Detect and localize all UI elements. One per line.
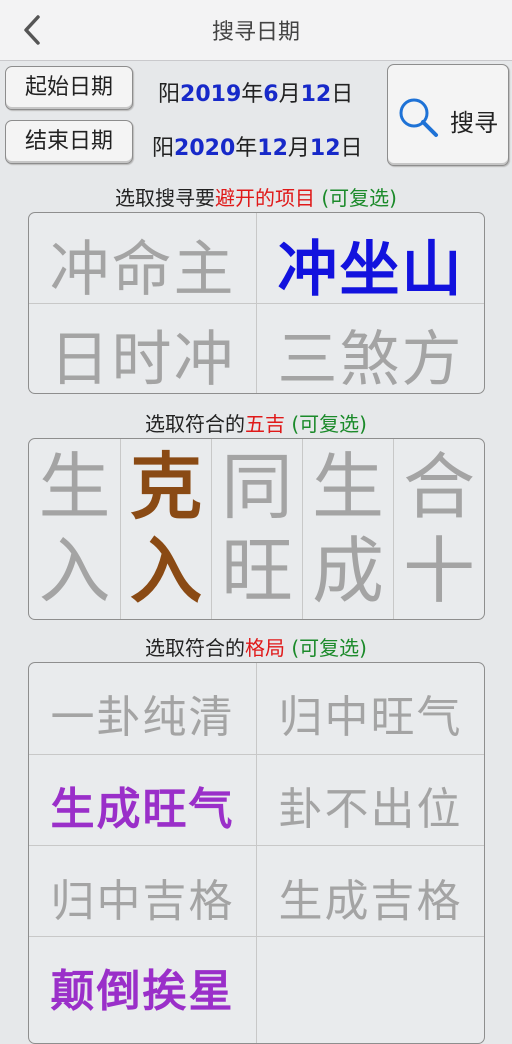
unit-month: 月 bbox=[278, 82, 301, 107]
start-date-button[interactable]: 起始日期 bbox=[5, 66, 133, 110]
end-year: 2020 bbox=[174, 136, 236, 161]
geju-item-diandao-aixing[interactable]: 颠倒挨星 bbox=[29, 955, 256, 1019]
wuji-item-sheng-ru[interactable]: 生入 bbox=[29, 445, 120, 613]
caption-option: (可复选) bbox=[285, 412, 367, 436]
unit-year: 年 bbox=[241, 82, 264, 107]
geju-panel: 一卦纯清 归中旺气 生成旺气 卦不出位 归中吉格 生成吉格 颠倒挨星 bbox=[28, 662, 485, 1044]
avoid-item-chong-zuoshan[interactable]: 冲坐山 bbox=[257, 221, 484, 308]
wuji-char: 入 bbox=[38, 529, 111, 613]
caption-option: (可复选) bbox=[285, 636, 367, 660]
nav-bar: 搜寻日期 bbox=[0, 0, 512, 61]
geju-caption: 选取符合的格局 (可复选) bbox=[0, 632, 512, 661]
caption-text: 选取搜寻要 bbox=[115, 186, 216, 210]
caption-text: 选取符合的 bbox=[145, 412, 246, 436]
geju-item-shengcheng-wangqi[interactable]: 生成旺气 bbox=[29, 773, 256, 837]
unit-day: 日 bbox=[340, 136, 363, 161]
avoid-caption: 选取搜寻要避开的项目 (可复选) bbox=[0, 182, 512, 211]
wuji-panel: 生入 克入 同旺 生成 合十 bbox=[28, 438, 485, 620]
wuji-char: 十 bbox=[402, 529, 475, 613]
start-year: 2019 bbox=[180, 82, 242, 107]
geju-item-guizhong-jige[interactable]: 归中吉格 bbox=[29, 865, 256, 929]
start-date-value: 阳2019年6月12日 bbox=[158, 76, 353, 108]
wuji-char: 生 bbox=[311, 445, 384, 529]
wuji-item-ke-ru[interactable]: 克入 bbox=[121, 445, 211, 613]
caption-highlight: 避开的项目 bbox=[215, 186, 316, 210]
search-icon bbox=[399, 98, 438, 137]
wuji-char: 入 bbox=[129, 529, 202, 613]
wuji-char: 成 bbox=[311, 529, 384, 613]
search-button[interactable]: 搜寻 bbox=[387, 64, 509, 166]
calendar-prefix: 阳 bbox=[158, 82, 181, 107]
geju-item-gua-buchuwei[interactable]: 卦不出位 bbox=[257, 773, 484, 837]
geju-item-guizhong-wangqi[interactable]: 归中旺气 bbox=[257, 681, 484, 745]
avoid-item-sansha-fang[interactable]: 三煞方 bbox=[257, 311, 484, 393]
end-date-value: 阳2020年12月12日 bbox=[152, 130, 363, 162]
end-date-button[interactable]: 结束日期 bbox=[5, 120, 133, 164]
caption-highlight: 五吉 bbox=[245, 412, 286, 436]
wuji-item-tong-wang[interactable]: 同旺 bbox=[212, 445, 302, 613]
wuji-char: 克 bbox=[129, 445, 202, 529]
wuji-item-sheng-cheng[interactable]: 生成 bbox=[303, 445, 393, 613]
end-day: 12 bbox=[309, 136, 341, 161]
wuji-char: 旺 bbox=[220, 529, 293, 613]
caption-text: 选取符合的 bbox=[145, 636, 246, 660]
geju-item-yigua-chunqing[interactable]: 一卦纯清 bbox=[29, 681, 256, 745]
unit-year: 年 bbox=[235, 136, 258, 161]
avoid-item-chong-mingzhu[interactable]: 冲命主 bbox=[29, 221, 256, 308]
start-month: 6 bbox=[263, 82, 279, 107]
page-title: 搜寻日期 bbox=[211, 20, 300, 45]
unit-day: 日 bbox=[331, 82, 354, 107]
unit-month: 月 bbox=[287, 136, 310, 161]
start-day: 12 bbox=[300, 82, 332, 107]
caption-option: (可复选) bbox=[315, 186, 397, 210]
geju-item-shengcheng-jige[interactable]: 生成吉格 bbox=[257, 865, 484, 929]
avoid-panel: 冲命主 冲坐山 日时冲 三煞方 bbox=[28, 212, 485, 394]
wuji-char: 合 bbox=[402, 445, 475, 529]
wuji-caption: 选取符合的五吉 (可复选) bbox=[0, 408, 512, 437]
wuji-char: 生 bbox=[38, 445, 111, 529]
search-label: 搜寻 bbox=[450, 109, 498, 137]
wuji-item-he-shi[interactable]: 合十 bbox=[394, 445, 484, 613]
calendar-prefix: 阳 bbox=[152, 136, 175, 161]
avoid-item-rishi-chong[interactable]: 日时冲 bbox=[29, 311, 256, 393]
caption-highlight: 格局 bbox=[245, 636, 286, 660]
wuji-char: 同 bbox=[220, 445, 293, 529]
end-month: 12 bbox=[257, 136, 288, 161]
